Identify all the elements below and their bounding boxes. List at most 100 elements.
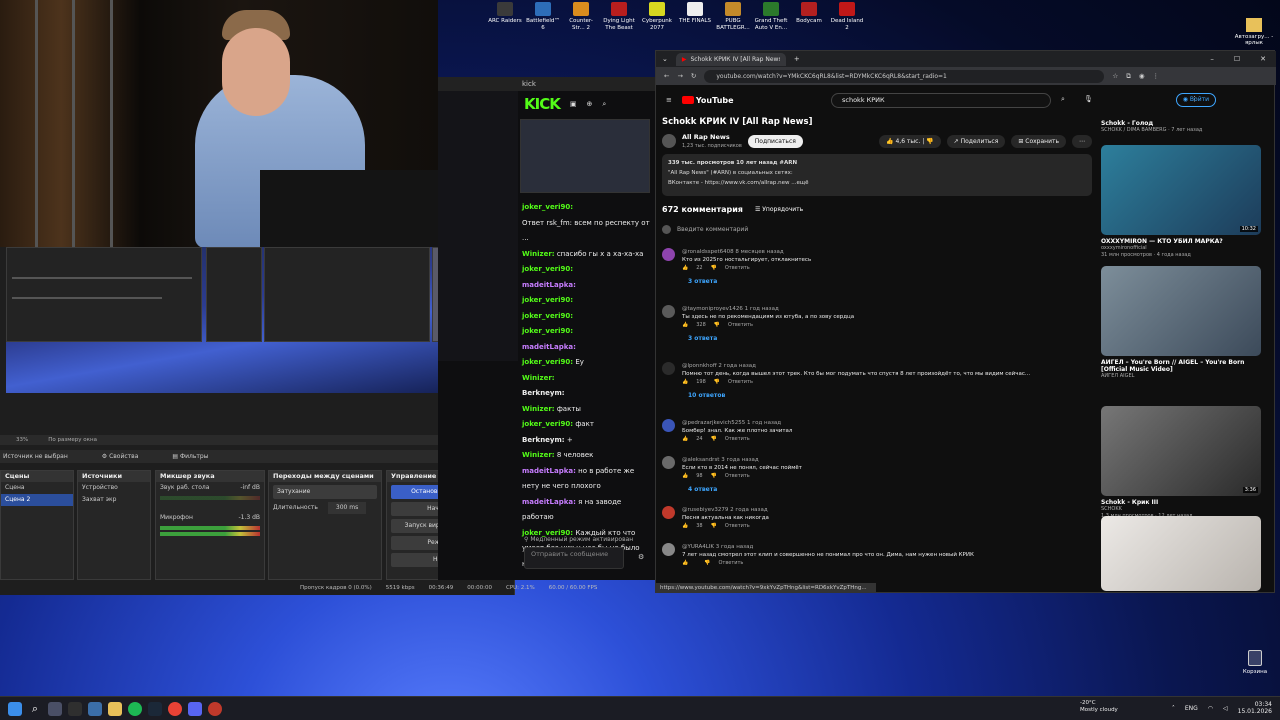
steam-icon[interactable] — [148, 701, 162, 716]
chat-username[interactable]: madeitLapka: — [522, 498, 576, 506]
desktop-icon[interactable]: Bodycam — [792, 2, 826, 31]
save-button[interactable]: ⊞ Сохранить — [1011, 134, 1066, 148]
app-icon[interactable] — [188, 701, 202, 716]
reply-button[interactable]: Ответить — [725, 435, 750, 443]
desktop-icon[interactable]: Dead Island 2 — [830, 2, 864, 31]
comment-author[interactable]: @aleksandrst 3 года назад — [682, 456, 1082, 464]
chat-username[interactable]: joker_veri90: — [522, 327, 573, 335]
chrome-icon[interactable] — [168, 701, 182, 716]
like-button[interactable]: 👍 4,6 тыс. | 👎 — [879, 134, 941, 148]
new-tab-icon[interactable]: + — [794, 55, 800, 63]
source-item[interactable]: Устройство — [78, 482, 150, 494]
source-item[interactable]: Захват экр — [78, 494, 150, 506]
desktop-icon[interactable]: THE FINALS — [678, 2, 712, 31]
desktop-icon[interactable]: PUBG BATTLEGR... — [716, 2, 750, 31]
desktop-icon[interactable]: Dying Light The Beast — [602, 2, 636, 31]
rec-thumbnail[interactable] — [1101, 266, 1261, 356]
calendar-icon[interactable]: ▣ — [570, 100, 577, 108]
comment-avatar[interactable] — [662, 305, 675, 318]
chat-username[interactable]: joker_veri90: — [522, 296, 573, 304]
search-icon[interactable]: ⌕ — [28, 702, 42, 716]
video-description[interactable]: 339 тыс. просмотров 10 лет назад #ARN "A… — [662, 154, 1092, 196]
chat-username[interactable]: Winizer: — [522, 405, 555, 413]
back-icon[interactable]: ← — [664, 72, 669, 80]
app-icon[interactable] — [88, 701, 102, 716]
like-icon[interactable]: 👍 — [682, 435, 688, 443]
comment-avatar[interactable] — [662, 248, 675, 261]
wifi-icon[interactable]: ◠ — [1208, 705, 1213, 712]
desktop-icon[interactable]: Counter-Str... 2 — [564, 2, 598, 31]
app-icon[interactable] — [208, 701, 222, 716]
kick-logo[interactable]: KICK — [524, 95, 561, 113]
scene-item[interactable]: Сцена 2 — [1, 494, 73, 506]
dislike-icon[interactable]: 👎 — [711, 472, 717, 480]
obs-preview[interactable] — [6, 247, 502, 393]
comment-author[interactable]: @taymoniproyev1426 1 год назад — [682, 305, 1082, 313]
replies-toggle[interactable]: 3 ответа — [688, 278, 717, 286]
weather-widget[interactable]: -20°C Mostly cloudy — [1080, 700, 1118, 714]
youtube-logo[interactable]: YouTube — [681, 96, 734, 105]
chat-username[interactable]: madeitLapka: — [522, 467, 576, 475]
comment-avatar[interactable] — [662, 362, 675, 375]
rec-thumbnail[interactable]: 10:32 — [1101, 145, 1261, 235]
chat-username[interactable]: joker_veri90: — [522, 358, 573, 366]
search-icon[interactable]: ⌕ — [1061, 95, 1065, 104]
recycle-bin[interactable]: Корзина — [1240, 650, 1270, 675]
maximize-icon[interactable]: ☐ — [1234, 55, 1240, 63]
chat-username[interactable]: joker_veri90: — [522, 203, 573, 211]
dislike-icon[interactable]: 👎 — [704, 559, 710, 567]
like-icon[interactable]: 👍 — [682, 378, 688, 386]
dislike-icon[interactable]: 👎 — [711, 435, 717, 443]
desktop-shortcut-autostart[interactable]: Автозагру... - ярлык — [1234, 18, 1274, 46]
chat-input[interactable]: Отправить сообщение — [524, 547, 624, 569]
rec-thumbnail[interactable] — [1101, 516, 1261, 591]
tab-list-icon[interactable]: ⌄ — [662, 55, 668, 63]
desktop-icon[interactable]: Battlefield™ 6 — [526, 2, 560, 31]
chat-username[interactable]: madeitLapka: — [522, 343, 576, 351]
transition-select[interactable]: Затухание — [273, 485, 377, 499]
comment-avatar[interactable] — [662, 456, 675, 469]
filters-button[interactable]: ▤ Фильтры — [172, 453, 208, 460]
clock[interactable]: 03:34 15.01.2026 — [1238, 701, 1272, 715]
forward-icon[interactable]: → — [677, 72, 682, 80]
comment-author[interactable]: @lponnkhoff 2 года назад — [682, 362, 1082, 370]
chat-username[interactable]: joker_veri90: — [522, 420, 573, 428]
bookmark-icon[interactable]: ☆ — [1112, 72, 1118, 80]
dislike-icon[interactable]: 👎 — [711, 522, 717, 530]
chevron-up-icon[interactable]: ˄ — [1172, 705, 1175, 712]
reply-button[interactable]: Ответить — [725, 472, 750, 480]
replies-toggle[interactable]: 4 ответа — [688, 486, 717, 494]
like-icon[interactable]: 👍 — [682, 522, 688, 530]
comment-author[interactable]: @YURA4LIK 3 года назад — [682, 543, 1082, 551]
desktop-icon[interactable]: Grand Theft Auto V En... — [754, 2, 788, 31]
chat-username[interactable]: Berkneym: — [522, 436, 565, 444]
dislike-icon[interactable]: 👎 — [714, 378, 720, 386]
reply-button[interactable]: Ответить — [718, 559, 743, 567]
globe-icon[interactable]: ⊕ — [586, 100, 592, 108]
comment-author[interactable]: @pedrazarjkevich5255 1 год назад — [682, 419, 1082, 427]
chat-settings-icon[interactable]: ⚙ — [638, 553, 644, 561]
rec-item[interactable]: 3:36Schokk - Крик IIISCHOKK1,3 млн просм… — [1101, 406, 1261, 520]
like-icon[interactable]: 👍 — [682, 472, 688, 480]
mic-icon[interactable]: 🎙 — [1084, 95, 1093, 103]
desktop-icon[interactable]: ARC Raiders — [488, 2, 522, 31]
language-indicator[interactable]: ENG — [1185, 705, 1198, 712]
more-icon[interactable]: ⋯ — [1072, 134, 1092, 148]
chat-username[interactable]: Winizer: — [522, 451, 555, 459]
reply-button[interactable]: Ответить — [728, 321, 753, 329]
reply-button[interactable]: Ответить — [725, 522, 750, 530]
scene-item[interactable]: Сцена — [1, 482, 73, 494]
rec-item[interactable]: 10:32 OXXXYMIRON — КТО УБИЛ МАРКА? oxxxymi… — [1101, 145, 1261, 259]
subscribe-button[interactable]: Подписаться — [747, 134, 803, 148]
channel-avatar[interactable] — [662, 134, 676, 148]
explorer-icon[interactable] — [108, 701, 122, 716]
chat-username[interactable]: Berkneym: — [522, 389, 565, 397]
comment-avatar[interactable] — [662, 543, 675, 556]
share-button[interactable]: ↗ Поделиться — [946, 134, 1006, 148]
properties-button[interactable]: ⚙ Свойства — [102, 453, 139, 460]
replies-toggle[interactable]: 3 ответа — [688, 335, 717, 343]
reply-button[interactable]: Ответить — [728, 378, 753, 386]
rec-thumbnail[interactable]: 3:36 — [1101, 406, 1261, 496]
extensions-icon[interactable]: ⧉ — [1126, 72, 1131, 81]
sign-in-button[interactable]: ◉ Войти — [1175, 93, 1216, 107]
